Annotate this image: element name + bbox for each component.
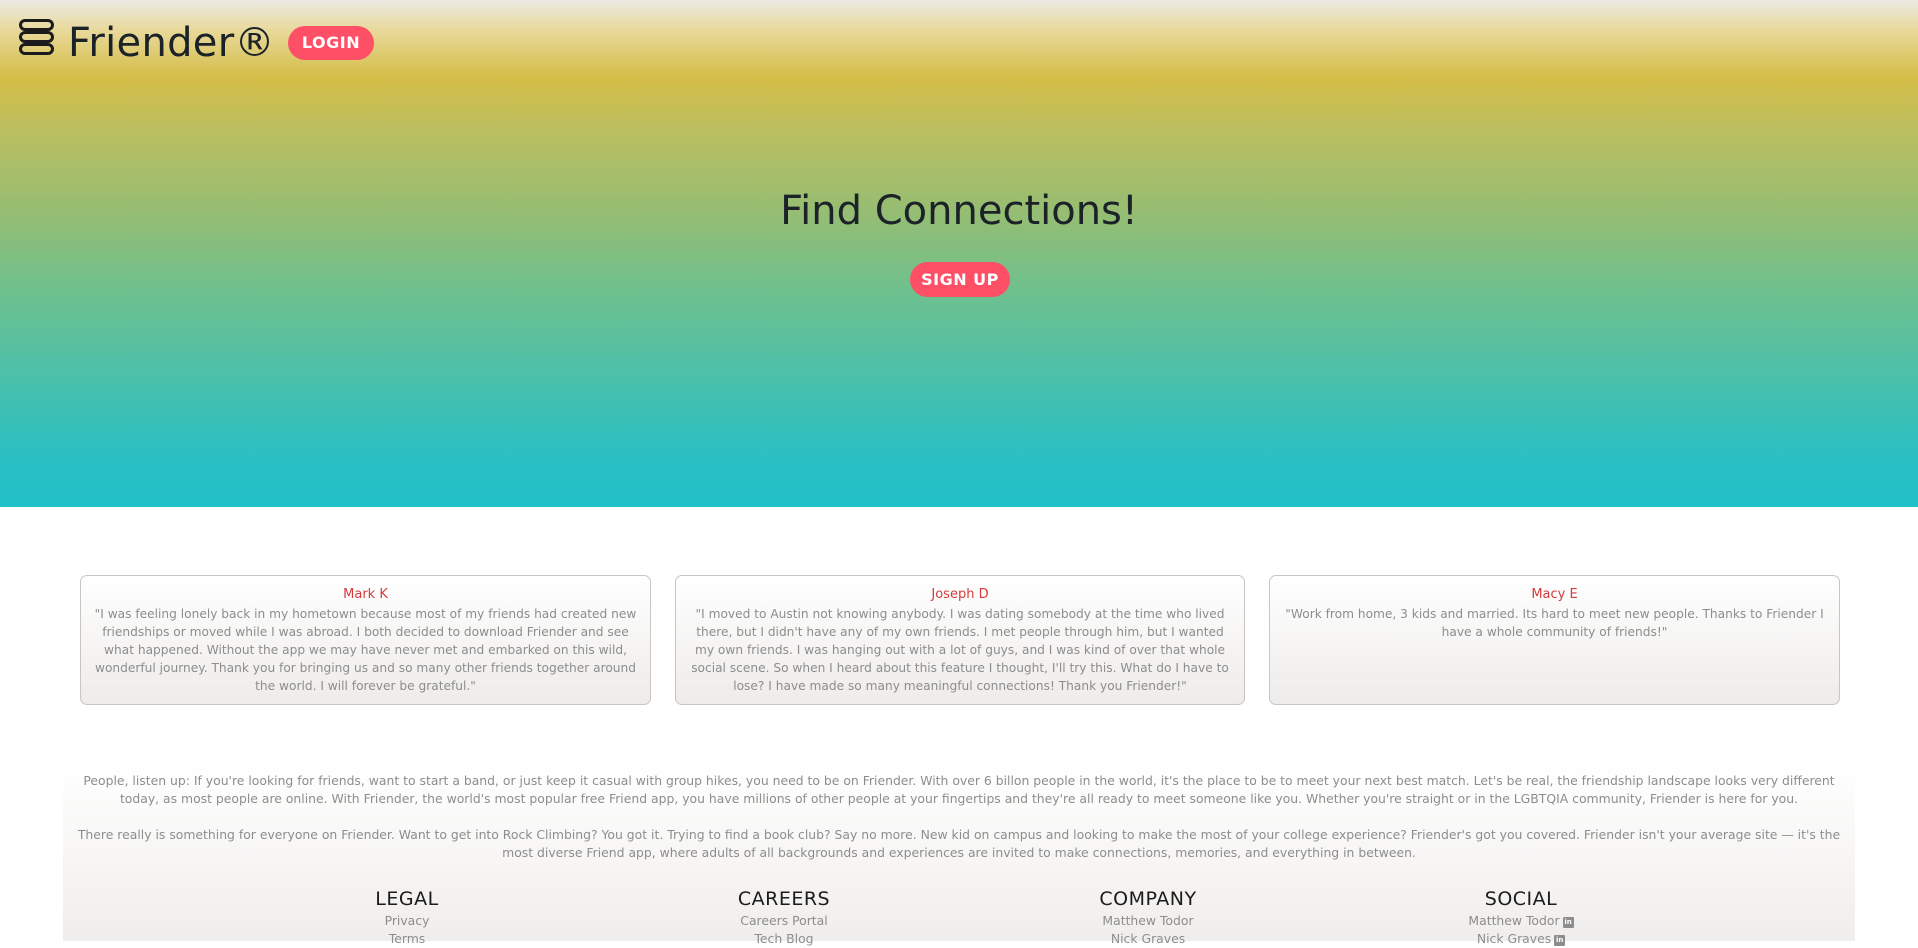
login-button[interactable]: LOGIN [288,26,374,60]
brand-logo[interactable]: Friender® [68,16,275,70]
about-paragraph: There really is something for everyone o… [77,827,1841,860]
testimonial-quote: "I moved to Austin not knowing anybody. … [691,607,1229,693]
footer-heading-company: COMPANY [1099,888,1197,910]
footer-link-nick-graves[interactable]: Nick Graves [1018,930,1278,948]
footer-social-link[interactable]: Matthew Todor in [1391,912,1651,930]
testimonial-quote: "I was feeling lonely back in my hometow… [94,607,637,693]
footer-link-matthew-todor[interactable]: Matthew Todor [1018,912,1278,930]
testimonial-name: Joseph D [931,587,989,602]
social-link-label: Matthew Todor [1468,913,1560,928]
testimonial-name: Mark K [343,587,388,602]
footer-heading-careers: CAREERS [737,888,831,910]
testimonial-quote: "Work from home, 3 kids and married. Its… [1285,607,1824,639]
hero-title: Find Connections! [780,188,1138,234]
testimonial-card: Macy E "Work from home, 3 kids and marri… [1269,575,1840,705]
footer-social-link[interactable]: Nick Graves in [1391,930,1651,948]
stack-menu-icon[interactable] [18,18,54,56]
linkedin-icon: in [1562,917,1574,928]
footer-heading-social: SOCIAL [1484,888,1558,910]
footer-company: COMPANY Matthew Todor Nick Graves [1018,886,1278,948]
footer-social: SOCIAL Matthew Todor in Nick Graves in [1391,886,1651,948]
footer-link-tech-blog[interactable]: Tech Blog [654,930,914,948]
footer-link-careers-portal[interactable]: Careers Portal [654,912,914,930]
testimonial-name: Macy E [1531,587,1578,602]
hero-banner: Friender® LOGIN Find Connections! SIGN U… [0,0,1918,507]
social-link-label: Nick Graves [1476,931,1552,946]
about-paragraph: People, listen up: If you're looking for… [83,773,1835,806]
footer-careers: CAREERS Careers Portal Tech Blog [654,886,914,948]
testimonial-card: Mark K "I was feeling lonely back in my … [80,575,651,705]
footer-legal: LEGAL Privacy Terms [277,886,537,948]
signup-button[interactable]: SIGN UP [910,262,1010,297]
testimonial-card: Joseph D "I moved to Austin not knowing … [675,575,1245,705]
footer-link-terms[interactable]: Terms [277,930,537,948]
footer-link-privacy[interactable]: Privacy [277,912,537,930]
footer-heading-legal: LEGAL [375,888,439,910]
